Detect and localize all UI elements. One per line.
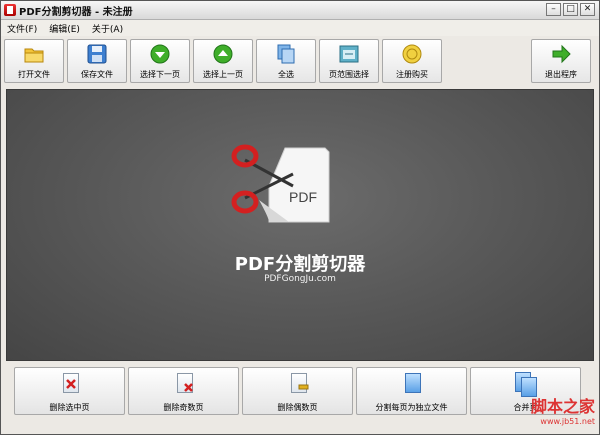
- action-bar: 删除选中页 删除奇数页 删除偶数页 分割每页为独立文件 合并页: [1, 363, 599, 419]
- maximize-button[interactable]: □: [563, 3, 578, 16]
- maximize-icon: □: [566, 4, 575, 14]
- menu-file[interactable]: 文件(F): [1, 22, 43, 35]
- window-title: PDF分割剪切器 - 未注册: [19, 6, 133, 18]
- arrow-right-icon: [550, 43, 572, 65]
- delete-odd-pages-icon: [173, 372, 195, 396]
- close-button[interactable]: ✕: [580, 3, 595, 16]
- site-watermark: 脚本之家 www.jb51.net: [531, 393, 595, 426]
- open-file-label: 打开文件: [18, 70, 50, 79]
- pages-stack-icon: [275, 43, 297, 65]
- register-label: 注册购买: [396, 70, 428, 79]
- watermark-url: www.jb51.net: [540, 417, 595, 426]
- arrow-down-circle-icon: [149, 43, 171, 65]
- minimize-icon: –: [551, 4, 556, 14]
- document-canvas[interactable]: PDF PDF分割剪切器 PDFGongJu.com: [6, 89, 594, 361]
- split-each-page-button[interactable]: 分割每页为独立文件: [356, 367, 467, 415]
- close-icon: ✕: [583, 4, 592, 14]
- page-range-icon: [338, 43, 360, 65]
- split-page-icon: [401, 372, 423, 396]
- delete-selected-page-button[interactable]: 删除选中页: [14, 367, 125, 415]
- coin-icon: [401, 43, 423, 65]
- toolbar: 打开文件 保存文件 选择下一页 选择上一页 全选 页范围选择 注册购买 退出程序: [1, 37, 599, 87]
- delete-selected-page-label: 删除选中页: [49, 403, 90, 412]
- menu-about[interactable]: 关于(A): [86, 22, 129, 35]
- select-next-page-label: 选择下一页: [140, 70, 180, 79]
- delete-even-pages-label: 删除偶数页: [277, 403, 318, 412]
- scissors-pdf-logo-icon: PDF: [231, 144, 330, 223]
- page-range-label: 页范围选择: [329, 70, 369, 79]
- delete-page-icon: [59, 372, 81, 396]
- save-file-label: 保存文件: [81, 70, 113, 79]
- menu-edit[interactable]: 编辑(E): [43, 22, 86, 35]
- app-icon: [4, 4, 16, 16]
- page-range-button[interactable]: 页范围选择: [319, 39, 379, 83]
- app-window: PDF分割剪切器 - 未注册 – □ ✕ 文件(F) 编辑(E) 关于(A) 打…: [0, 0, 600, 435]
- arrow-up-circle-icon: [212, 43, 234, 65]
- window-controls: – □ ✕: [546, 3, 595, 16]
- minimize-button[interactable]: –: [546, 3, 561, 16]
- delete-odd-pages-label: 删除奇数页: [163, 403, 204, 412]
- open-file-button[interactable]: 打开文件: [4, 39, 64, 83]
- select-all-label: 全选: [278, 70, 294, 79]
- menu-bar: 文件(F) 编辑(E) 关于(A): [1, 20, 599, 36]
- delete-odd-pages-button[interactable]: 删除奇数页: [128, 367, 239, 415]
- select-all-button[interactable]: 全选: [256, 39, 316, 83]
- watermark-text: 脚本之家: [530, 397, 595, 416]
- folder-icon: [23, 43, 45, 65]
- select-prev-page-button[interactable]: 选择上一页: [193, 39, 253, 83]
- brand-url: PDFGongJu.com: [264, 274, 336, 284]
- floppy-disk-icon: [86, 43, 108, 65]
- save-file-button[interactable]: 保存文件: [67, 39, 127, 83]
- delete-even-pages-icon: [287, 372, 309, 396]
- exit-label: 退出程序: [545, 70, 577, 79]
- split-each-page-label: 分割每页为独立文件: [375, 403, 448, 412]
- title-bar: PDF分割剪切器 - 未注册 – □ ✕: [1, 1, 599, 20]
- delete-even-pages-button[interactable]: 删除偶数页: [242, 367, 353, 415]
- brand-name: PDF分割剪切器: [234, 254, 366, 275]
- register-button[interactable]: 注册购买: [382, 39, 442, 83]
- exit-button[interactable]: 退出程序: [531, 39, 591, 83]
- select-next-page-button[interactable]: 选择下一页: [130, 39, 190, 83]
- logo-doc-text: PDF: [289, 189, 317, 205]
- select-prev-page-label: 选择上一页: [203, 70, 243, 79]
